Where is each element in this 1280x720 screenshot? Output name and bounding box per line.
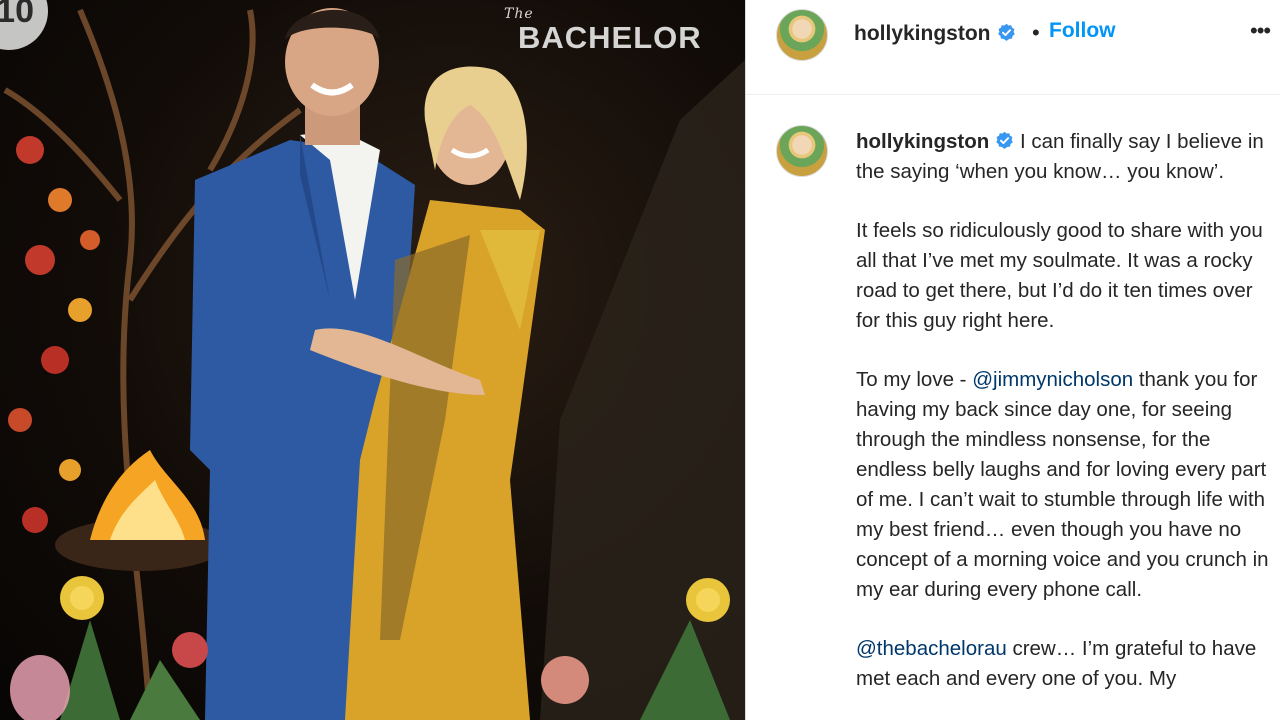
mention-link-jimmynicholson[interactable]: @jimmynicholson [972,368,1133,391]
caption-text: hollykingston I can finally say I believ… [856,127,1280,720]
caption-paragraph-1: hollykingston I can finally say I believ… [856,127,1280,187]
show-logo-prefix: The [504,6,534,22]
show-logo: The BACHELOR [504,6,702,56]
author-username[interactable]: hollykingston [854,22,1016,46]
author-username-text[interactable]: hollykingston [854,22,991,45]
more-options-icon[interactable]: ••• [1250,18,1271,44]
show-logo-name: BACHELOR [518,20,702,55]
author-avatar[interactable] [776,9,828,61]
post-caption-area: hollykingston I can finally say I believ… [746,95,1280,720]
photo-scene [3,8,745,720]
caption-paragraph-2: It feels so ridiculously good to share w… [856,219,1263,332]
post-header: hollykingston • Follow ••• [746,0,1280,95]
caption-p3-prefix: To my love - [856,368,973,391]
caption-p3-rest: thank you for having my back since day o… [856,368,1269,601]
verified-badge-icon [997,23,1015,41]
post-photo[interactable]: 10 The BACHELOR [0,0,745,720]
watermark-text: 10 [0,0,34,30]
header-separator: • [1032,20,1040,45]
caption-username-text[interactable]: hollykingston [856,130,989,153]
mention-link-thebachelorau[interactable]: @thebachelorau [856,637,1007,660]
follow-button[interactable]: Follow [1049,19,1116,43]
caption-author-avatar[interactable] [776,125,828,177]
caption-paragraph-3: To my love - @jimmynicholson thank you f… [856,365,1280,605]
caption-paragraph-4: @thebachelorau crew… I’m grateful to hav… [856,634,1280,694]
verified-badge-icon [996,131,1013,149]
caption-username[interactable]: hollykingston [856,130,1014,153]
